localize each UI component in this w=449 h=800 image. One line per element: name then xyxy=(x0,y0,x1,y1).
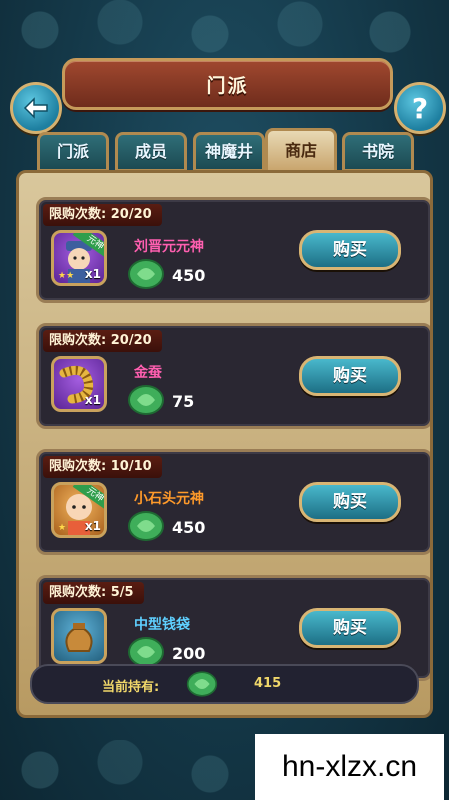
watermark: hn-xlzx.cn xyxy=(255,734,444,800)
tab-sect[interactable]: 门派 xyxy=(37,132,109,172)
item-name: 中型钱袋 xyxy=(134,617,190,633)
hero-liu-jinyuan-icon: 元神 ★★ x1 xyxy=(51,230,107,286)
buy-button[interactable]: 购买 xyxy=(299,482,401,522)
item-price: 450 xyxy=(172,518,206,537)
shop-item: 限购次数: 20/20 元神 ★★ x1 刘晋元元神 450 购买 xyxy=(36,197,430,303)
holding-value: 415 xyxy=(254,676,282,691)
purchase-limit: 限购次数: 5/5 xyxy=(43,582,144,604)
jade-coin-icon xyxy=(186,671,218,697)
help-button[interactable]: ? xyxy=(394,82,446,134)
item-quantity: x1 xyxy=(84,267,101,281)
item-quantity: x1 xyxy=(84,519,101,533)
holding-label: 当前持有: xyxy=(102,680,160,695)
buy-button[interactable]: 购买 xyxy=(299,230,401,270)
tab-members[interactable]: 成员 xyxy=(115,132,187,172)
shop-item: 限购次数: 20/20 x1 金蚕 75 购买 xyxy=(36,323,430,429)
item-price: 75 xyxy=(172,392,195,411)
back-arrow-icon xyxy=(23,97,48,119)
tab-shop[interactable]: 商店 xyxy=(265,128,337,174)
item-price: 450 xyxy=(172,266,206,285)
top-cloud-decoration xyxy=(0,0,449,60)
money-bag-icon xyxy=(51,608,107,664)
currency-holdings-bar: 当前持有: 415 xyxy=(30,664,419,704)
page-title: 门派 xyxy=(206,75,249,97)
back-button[interactable] xyxy=(10,82,62,134)
tab-bar: 门派 成员 神魔井 商店 书院 xyxy=(37,128,417,174)
jade-coin-icon xyxy=(128,259,164,289)
shop-item: 限购次数: 10/10 元神 ★ x1 小石头元神 450 购买 xyxy=(36,449,430,555)
question-mark-icon: ? xyxy=(411,91,429,125)
item-name: 金蚕 xyxy=(134,365,162,381)
hero-xiao-shitou-icon: 元神 ★ x1 xyxy=(51,482,107,538)
star-rating: ★★ xyxy=(58,271,75,281)
item-name: 刘晋元元神 xyxy=(134,239,204,255)
purchase-limit: 限购次数: 20/20 xyxy=(43,204,162,226)
jade-coin-icon xyxy=(128,385,164,415)
title-bar: 门派 xyxy=(62,58,393,110)
tab-academy[interactable]: 书院 xyxy=(342,132,414,172)
item-name: 小石头元神 xyxy=(134,491,204,507)
shop-panel[interactable]: 限购次数: 20/20 元神 ★★ x1 刘晋元元神 450 购买 限购次数: … xyxy=(16,170,433,718)
item-price: 200 xyxy=(172,644,206,663)
purchase-limit: 限购次数: 10/10 xyxy=(43,456,162,478)
item-quantity: x1 xyxy=(84,393,101,407)
star-rating: ★ xyxy=(58,523,67,533)
tab-demon-well[interactable]: 神魔井 xyxy=(193,132,265,172)
purchase-limit: 限购次数: 20/20 xyxy=(43,330,162,352)
golden-silkworm-icon: x1 xyxy=(51,356,107,412)
buy-button[interactable]: 购买 xyxy=(299,608,401,648)
buy-button[interactable]: 购买 xyxy=(299,356,401,396)
jade-coin-icon xyxy=(128,511,164,541)
